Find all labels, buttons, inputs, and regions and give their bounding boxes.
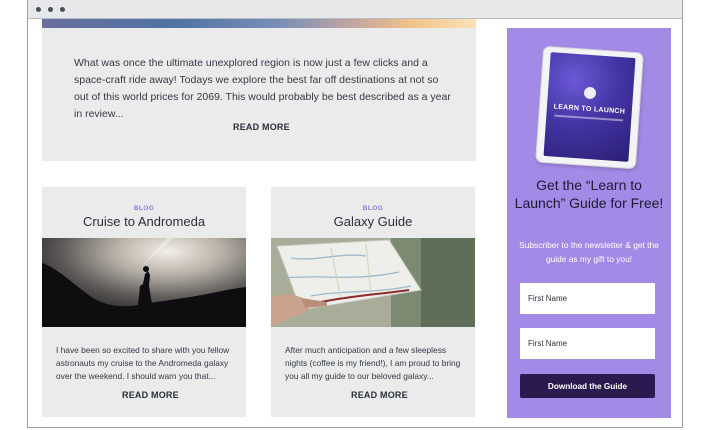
- featured-post-card: What was once the ultimate unexplored re…: [42, 19, 476, 161]
- browser-window: What was once the ultimate unexplored re…: [27, 0, 683, 428]
- post-title[interactable]: Cruise to Andromeda: [42, 214, 246, 229]
- post-excerpt: After much anticipation and a few sleepl…: [285, 345, 461, 381]
- post-card-andromeda: BLOG Cruise to Andromeda I have been so …: [42, 187, 246, 417]
- astronaut-silhouette-image: [42, 238, 246, 327]
- post-card-galaxy-guide: BLOG Galaxy Guide After much anticipatio…: [271, 187, 475, 417]
- map-in-hand-image: [271, 238, 475, 327]
- ebook-tablet-image: LEARN TO LAUNCH: [535, 45, 644, 170]
- featured-read-more-link[interactable]: READ MORE: [233, 122, 290, 132]
- featured-post-image: [42, 19, 476, 28]
- post-title[interactable]: Galaxy Guide: [271, 214, 475, 229]
- window-dot-icon: [60, 7, 65, 12]
- window-titlebar: [28, 0, 682, 19]
- featured-post-excerpt: What was once the ultimate unexplored re…: [74, 57, 451, 120]
- page-content: What was once the ultimate unexplored re…: [28, 19, 682, 427]
- optin-heading: Get the “Learn to Launch” Guide for Free…: [514, 177, 664, 211]
- newsletter-optin-sidebar: LEARN TO LAUNCH Get the “Learn to Launch…: [507, 28, 671, 418]
- post-excerpt: I have been so excited to share with you…: [56, 345, 230, 381]
- optin-subtext: Subscriber to the newsletter & get the g…: [519, 240, 659, 264]
- window-dot-icon: [36, 7, 41, 12]
- first-name-field-2[interactable]: [520, 328, 655, 359]
- first-name-field[interactable]: [520, 283, 655, 314]
- post-image-map[interactable]: [271, 238, 475, 327]
- ebook-cover-subtitle-line: [554, 114, 624, 122]
- post-read-more-link[interactable]: READ MORE: [122, 390, 179, 400]
- download-guide-button[interactable]: Download the Guide: [520, 374, 655, 398]
- planet-logo-icon: [583, 86, 597, 100]
- post-category-tag: BLOG: [362, 205, 384, 212]
- tablet-screen: LEARN TO LAUNCH: [543, 52, 636, 162]
- post-category-tag: BLOG: [133, 205, 155, 212]
- post-read-more-link[interactable]: READ MORE: [351, 390, 408, 400]
- post-image-astronaut[interactable]: [42, 238, 246, 327]
- window-dot-icon: [48, 7, 53, 12]
